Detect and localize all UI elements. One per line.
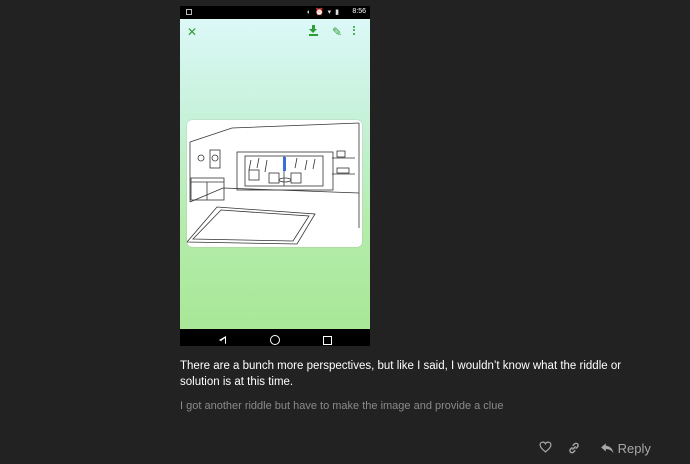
back-triangle-icon <box>218 335 229 346</box>
close-icon: ✕ <box>187 25 198 39</box>
link-icon <box>569 442 579 454</box>
reply-label: Reply <box>617 441 651 456</box>
status-time: 8:56 <box>352 8 366 15</box>
like-button[interactable] <box>539 441 552 461</box>
edit-icon: ✎ <box>332 25 343 39</box>
room-sketch-image <box>186 120 362 247</box>
heart-icon <box>539 441 552 453</box>
image-notification-icon <box>186 9 192 15</box>
system-status-icons: ◐ ⏰ ▾ ▮ <box>306 9 340 16</box>
reply-button[interactable]: Reply <box>600 441 651 461</box>
download-icon <box>308 23 319 41</box>
home-circle-icon <box>270 335 280 345</box>
more-vert-icon <box>353 23 356 41</box>
post-faded-note: I got another riddle but have to make th… <box>180 400 504 412</box>
post-body-text: There are a bunch more perspectives, but… <box>180 360 622 388</box>
status-bar: ◐ ⏰ ▾ ▮ 8:56 <box>180 6 370 19</box>
reply-arrow-icon <box>601 443 614 454</box>
android-nav-bar <box>180 329 370 346</box>
recent-square-icon <box>323 336 332 345</box>
room-sketch-drawing <box>186 122 360 245</box>
copy-link-button[interactable] <box>567 441 581 461</box>
